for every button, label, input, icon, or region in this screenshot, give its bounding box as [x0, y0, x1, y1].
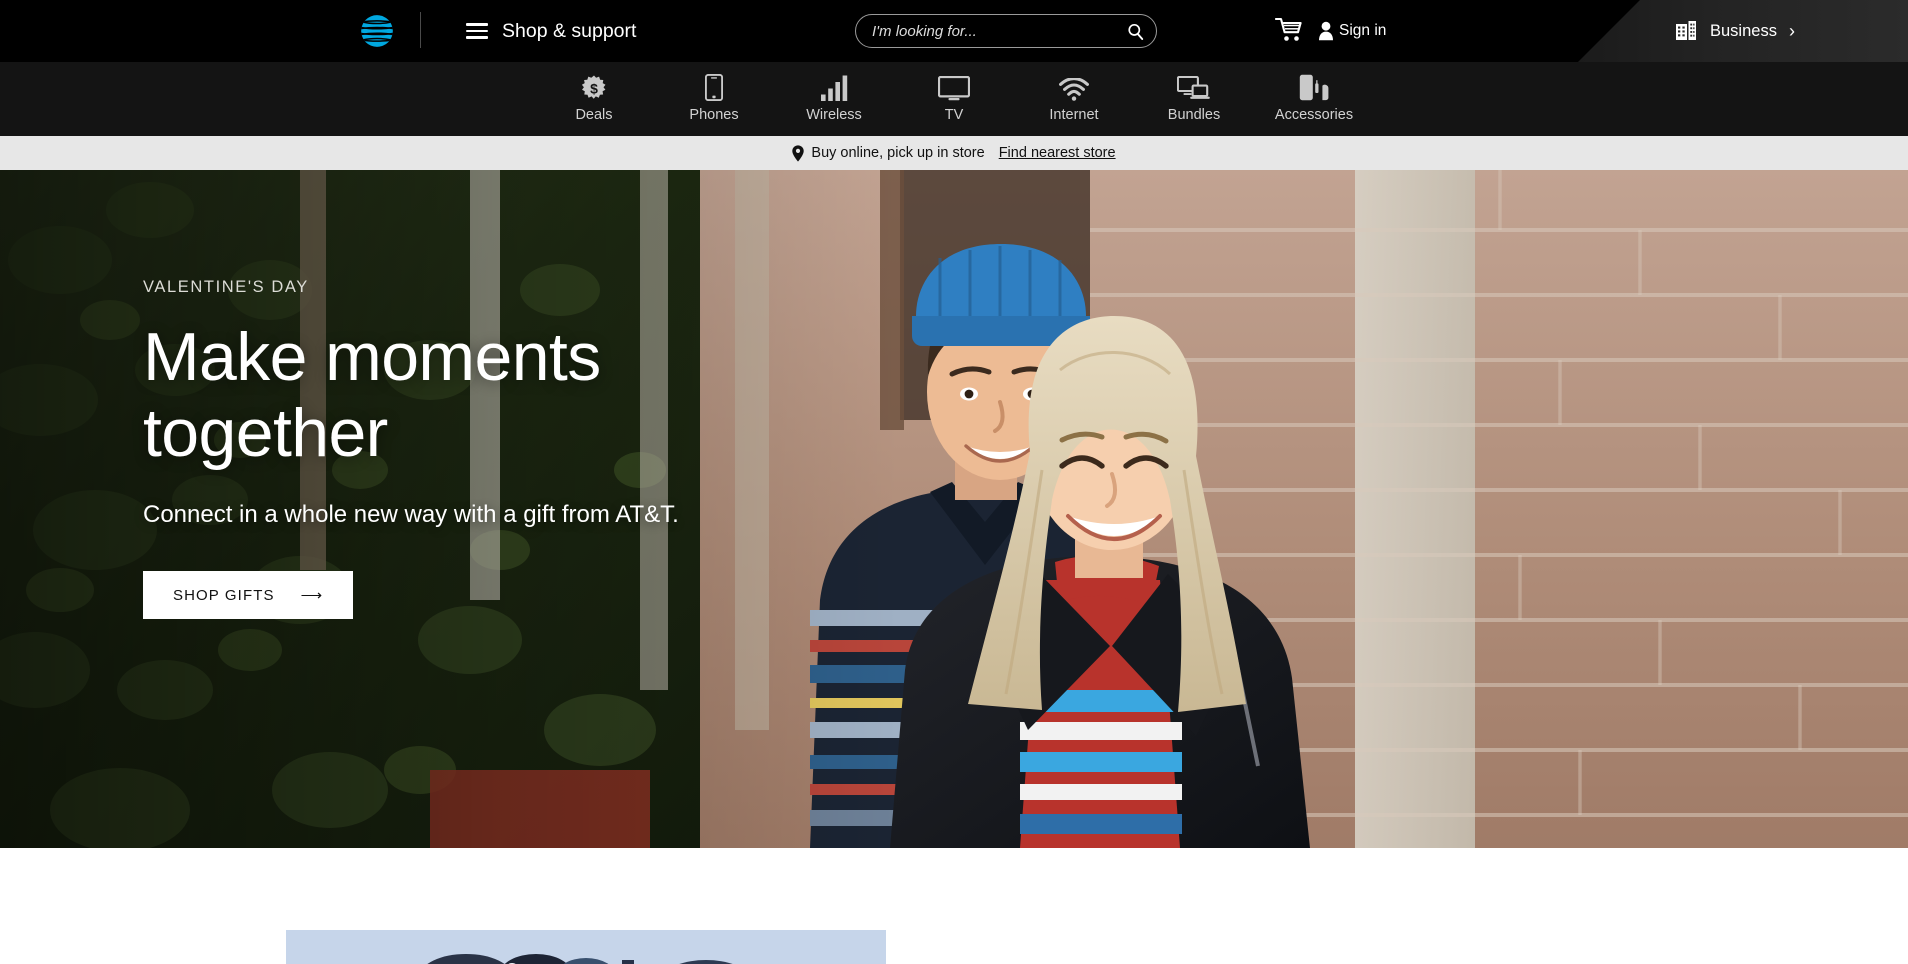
- content-section: [0, 848, 1908, 964]
- header-divider: [420, 12, 421, 48]
- wifi-icon: [1059, 75, 1089, 101]
- shopping-cart-icon[interactable]: [1275, 17, 1303, 43]
- chevron-right-icon: ›: [1788, 21, 1795, 41]
- svg-text:$: $: [590, 80, 598, 96]
- shop-gifts-button[interactable]: SHOP GIFTS ⟶: [143, 571, 354, 620]
- nav-label-deals: Deals: [575, 107, 613, 123]
- hamburger-menu-icon: [466, 23, 488, 39]
- nav-item-phones[interactable]: Phones: [654, 62, 774, 136]
- tv-monitor-icon: [938, 75, 970, 101]
- hero-banner: VALENTINE'S DAY Make moments together Co…: [0, 170, 1908, 848]
- search-icon: [1127, 23, 1143, 40]
- att-logo[interactable]: [354, 8, 400, 54]
- location-pin-icon: [792, 144, 805, 162]
- global-header: Shop & support Sign in: [0, 0, 1908, 62]
- nav-label-accessories: Accessories: [1274, 107, 1354, 123]
- nav-item-wireless[interactable]: Wireless: [774, 62, 894, 136]
- user-icon: [1319, 21, 1333, 41]
- nav-label-wireless: Wireless: [806, 107, 862, 123]
- accessories-icon: [1299, 74, 1329, 101]
- pickup-text: Buy online, pick up in store: [811, 145, 985, 161]
- nav-item-deals[interactable]: $ Deals: [534, 62, 654, 136]
- business-portal-link[interactable]: Business ›: [1578, 0, 1908, 62]
- shop-and-support-menu[interactable]: Shop & support: [466, 0, 636, 62]
- building-icon: [1676, 21, 1696, 40]
- shop-gifts-label: SHOP GIFTS: [173, 586, 275, 604]
- sign-in-link[interactable]: Sign in: [1318, 0, 1386, 62]
- nav-item-internet[interactable]: Internet: [1014, 62, 1134, 136]
- nav-item-accessories[interactable]: Accessories: [1254, 62, 1374, 136]
- promo-card-image[interactable]: [286, 930, 886, 964]
- shop-support-label: Shop & support: [502, 19, 637, 42]
- hero-title: Make moments together: [143, 319, 783, 471]
- search-box[interactable]: [855, 14, 1157, 48]
- sign-in-label: Sign in: [1339, 22, 1387, 39]
- devices-bundle-icon: [1177, 75, 1211, 101]
- find-nearest-store-link[interactable]: Find nearest store: [999, 145, 1116, 161]
- signal-bars-icon: [820, 75, 848, 101]
- hero-title-line-2: together: [143, 395, 388, 472]
- store-pickup-bar: Buy online, pick up in store Find neares…: [0, 136, 1908, 170]
- nav-label-bundles: Bundles: [1167, 107, 1221, 123]
- nav-label-phones: Phones: [689, 107, 739, 123]
- hero-eyebrow: VALENTINE'S DAY: [143, 278, 309, 296]
- nav-label-internet: Internet: [1049, 107, 1099, 123]
- hero-copy-block: VALENTINE'S DAY Make moments together Co…: [143, 278, 783, 620]
- business-label: Business: [1710, 21, 1777, 40]
- dollar-badge-icon: $: [581, 75, 607, 101]
- nav-item-bundles[interactable]: Bundles: [1134, 62, 1254, 136]
- nav-item-tv[interactable]: TV: [894, 62, 1014, 136]
- hero-subtitle: Connect in a whole new way with a gift f…: [143, 501, 679, 529]
- nav-label-tv: TV: [944, 107, 964, 123]
- smartphone-icon: [705, 74, 723, 101]
- promo-card-photo: [286, 930, 886, 964]
- att-globe-icon: [361, 15, 393, 47]
- category-nav: $ Deals Phones Wireless TV Internet Bund…: [0, 62, 1908, 136]
- search-submit-button[interactable]: [1114, 15, 1156, 47]
- search-input[interactable]: [856, 22, 1114, 40]
- hero-title-line-1: Make moments: [143, 319, 601, 395]
- arrow-right-icon: ⟶: [300, 587, 324, 605]
